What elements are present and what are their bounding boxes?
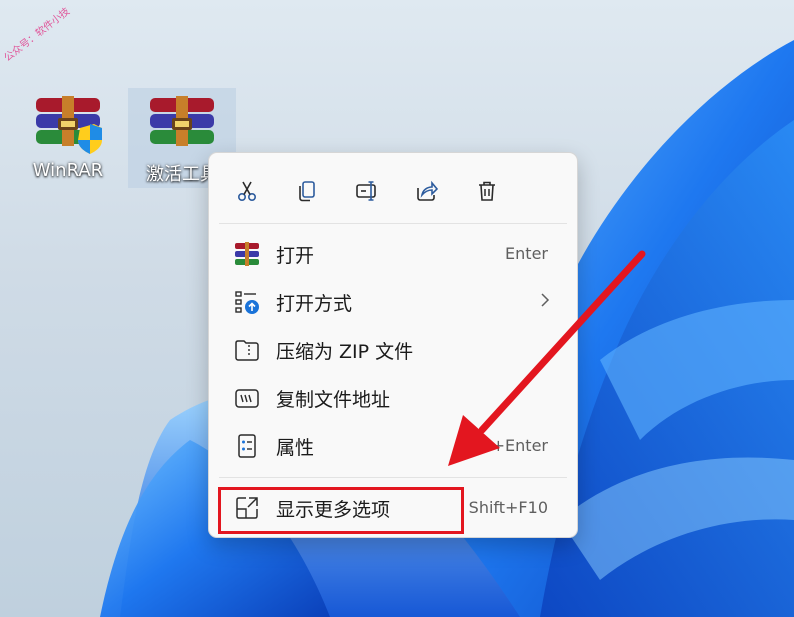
menu-item-open[interactable]: 打开 Enter (215, 231, 571, 275)
copy-path-icon (235, 389, 259, 408)
menu-item-shortcut: Enter (505, 244, 548, 263)
menu-item-properties[interactable]: 属性 Alt+Enter (215, 423, 571, 467)
desktop-icon-winrar[interactable]: WinRAR (14, 88, 122, 188)
winrar-archive-icon (150, 96, 214, 146)
share-icon (417, 180, 439, 201)
menu-item-label: 打开方式 (276, 293, 353, 315)
menu-item-label: 属性 (276, 437, 315, 459)
cut-button[interactable] (229, 173, 265, 209)
winrar-archive-icon (36, 96, 102, 154)
scissors-icon (237, 181, 257, 202)
menu-item-shortcut: Shift+F10 (468, 498, 548, 517)
menu-item-open-with[interactable]: 打开方式 (215, 279, 571, 323)
rename-icon (356, 181, 376, 201)
context-menu-toolbar (209, 153, 577, 223)
menu-divider (219, 477, 567, 478)
context-menu: 打开 Enter 打开方式 压缩为 ZIP 文件 复制文件地址 属性 Alt+E… (208, 152, 578, 538)
delete-button[interactable] (469, 173, 505, 209)
zip-folder-icon (235, 340, 259, 361)
share-button[interactable] (409, 173, 445, 209)
menu-item-label: 复制文件地址 (276, 389, 391, 411)
highlight-box (218, 487, 464, 534)
trash-icon (479, 181, 495, 201)
menu-item-compress-zip[interactable]: 压缩为 ZIP 文件 (215, 327, 571, 371)
copy-icon (299, 181, 315, 202)
menu-item-copy-path[interactable]: 复制文件地址 (215, 375, 571, 419)
chevron-right-icon (541, 293, 550, 307)
menu-item-shortcut: Alt+Enter (469, 436, 548, 455)
menu-divider (219, 223, 567, 224)
copy-button[interactable] (289, 173, 325, 209)
properties-icon (238, 434, 256, 458)
menu-item-label: 打开 (276, 245, 315, 267)
open-with-icon (235, 291, 259, 314)
desktop-icon-label: WinRAR (32, 160, 104, 181)
menu-item-label: 压缩为 ZIP 文件 (276, 341, 414, 363)
rename-button[interactable] (349, 173, 385, 209)
winrar-icon (235, 242, 259, 266)
